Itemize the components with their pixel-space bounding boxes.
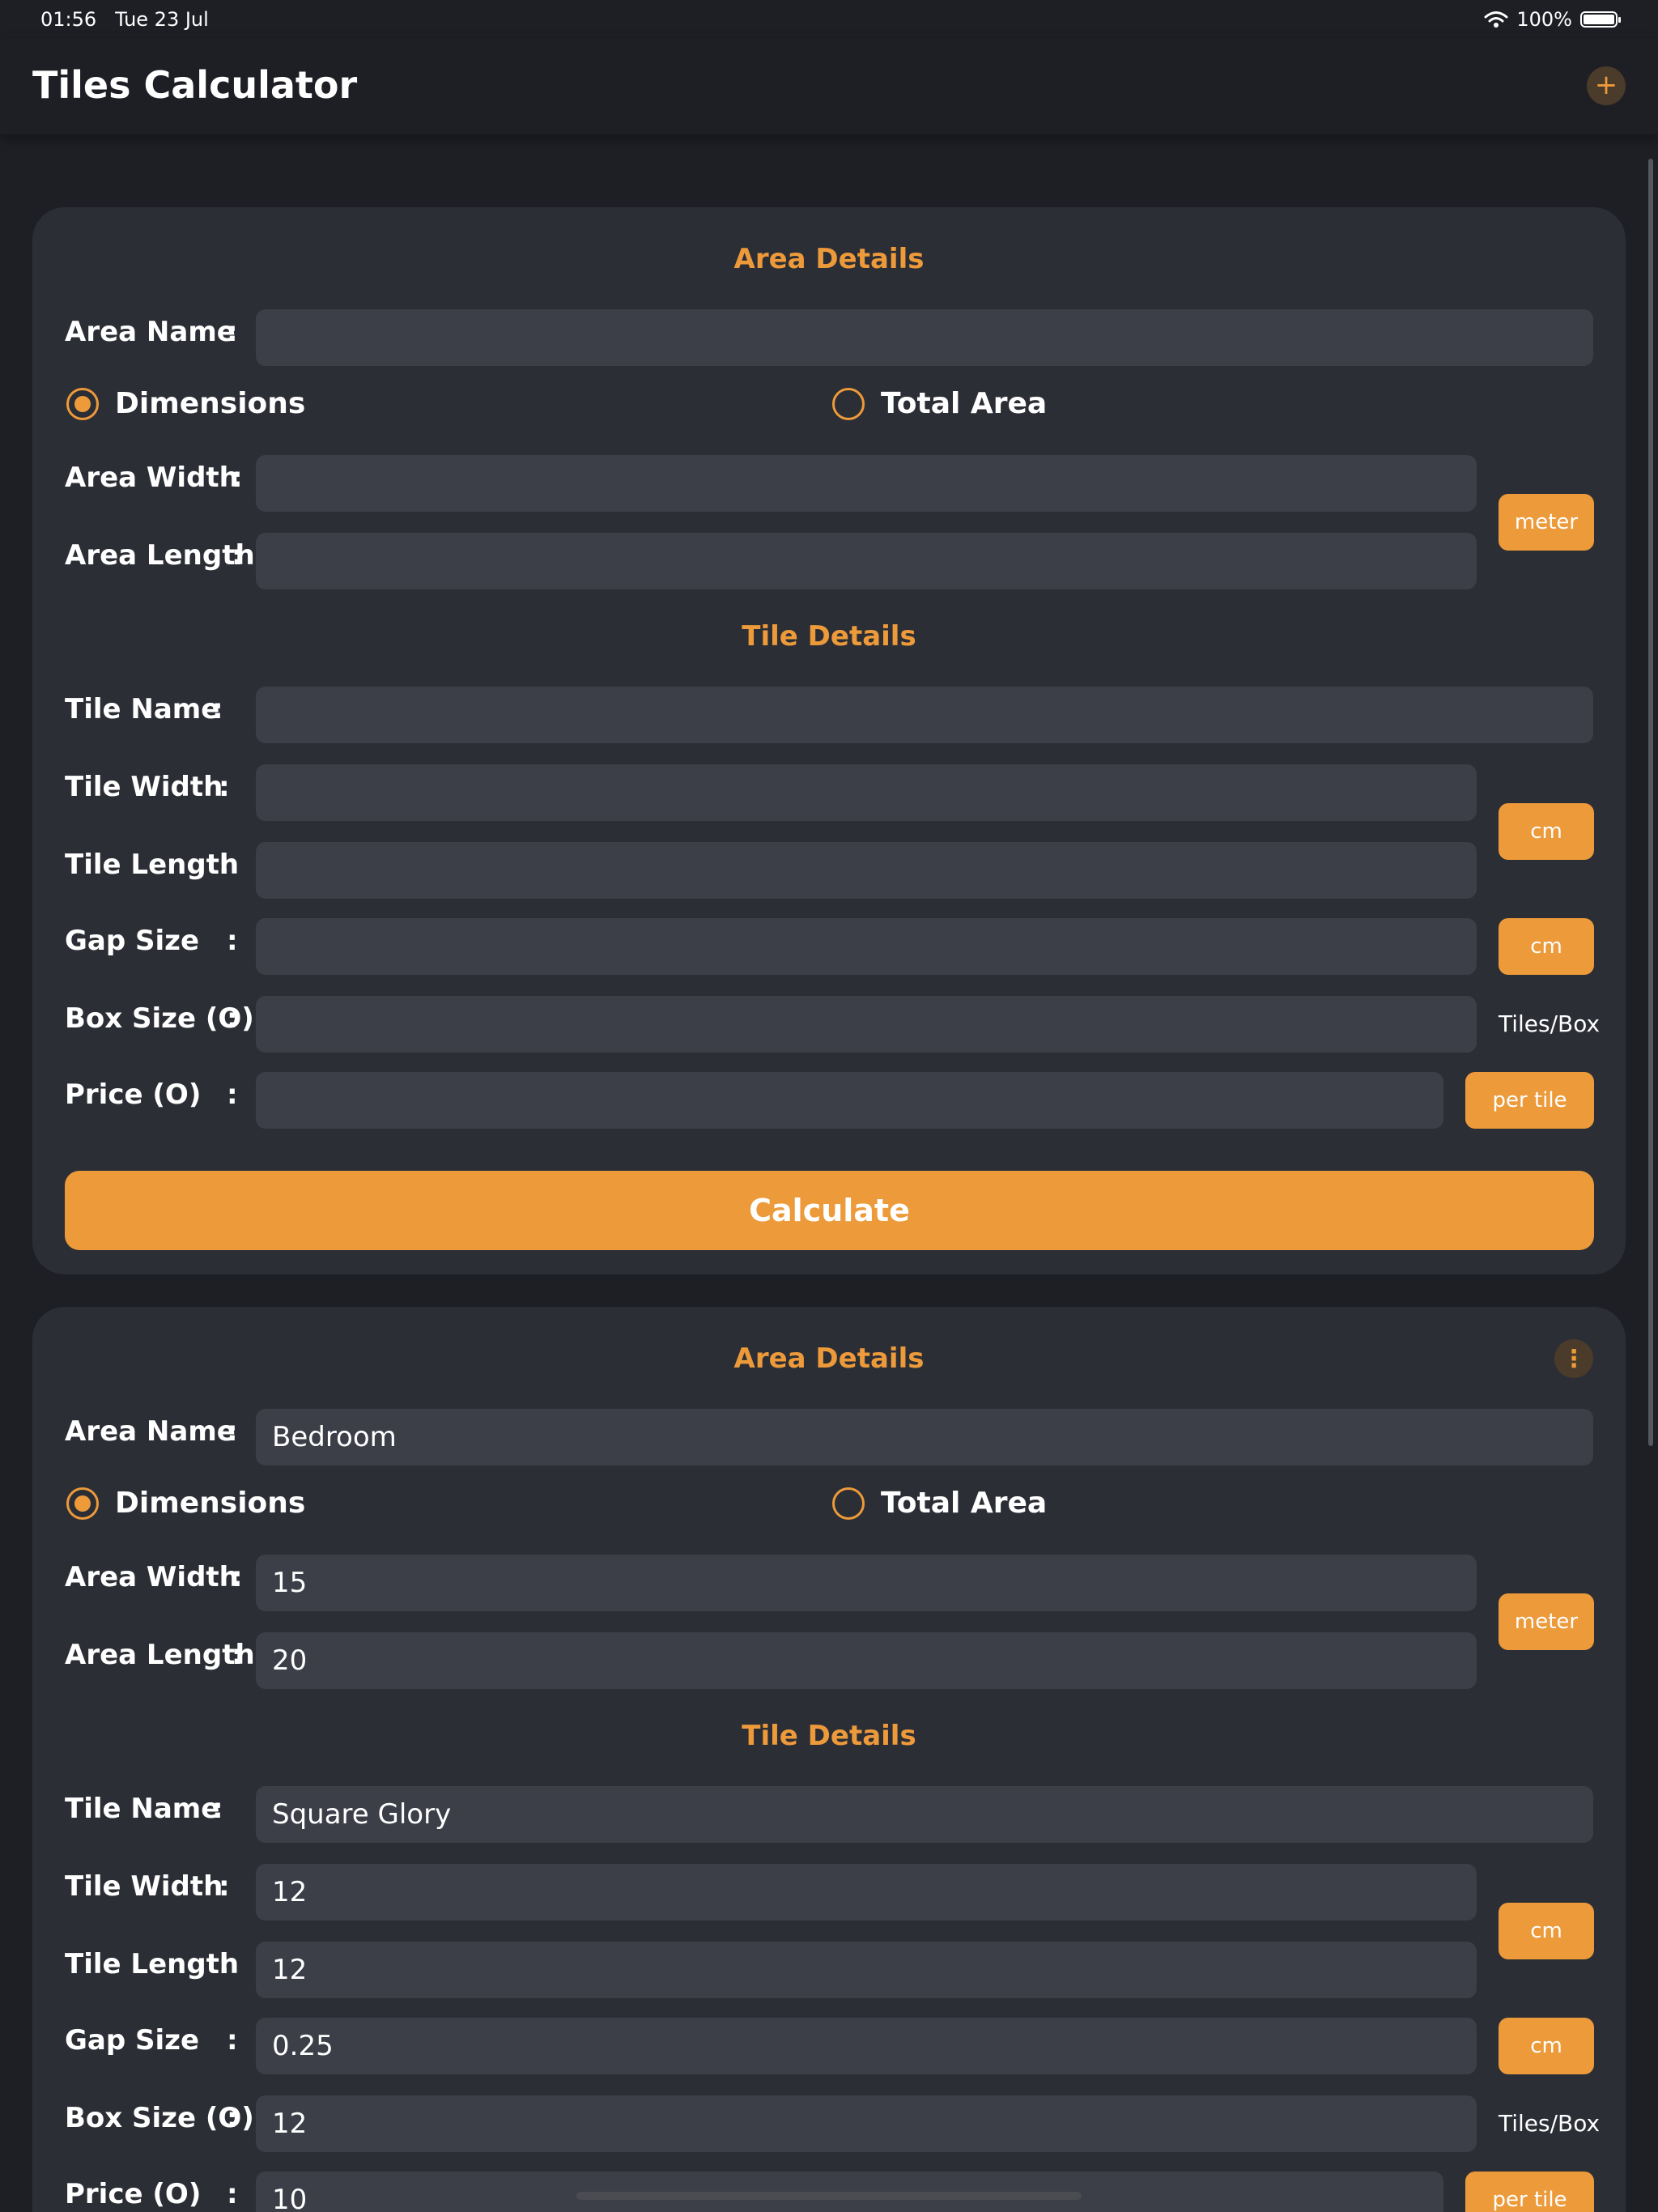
radio-total-area[interactable]: Total Area xyxy=(832,387,1047,420)
nav-bar: Tiles Calculator + xyxy=(0,39,1658,134)
tile-details-heading: Tile Details xyxy=(742,1720,916,1752)
radio-total-area[interactable]: Total Area xyxy=(832,1487,1047,1520)
status-right: 100% xyxy=(1484,8,1621,31)
tile-length-label: Tile Length xyxy=(65,849,240,881)
tile-length-label: Tile Length xyxy=(65,1948,240,1980)
tile-name-input[interactable] xyxy=(256,687,1593,743)
price-label: Price (O) xyxy=(65,2178,202,2210)
area-length-input[interactable] xyxy=(256,533,1477,589)
area-width-label: Area Width xyxy=(65,462,239,494)
battery-percent: 100% xyxy=(1516,8,1572,31)
box-size-label: Box Size (O) xyxy=(65,1002,254,1035)
area-length-input[interactable]: 20 xyxy=(256,1632,1477,1689)
area-width-input[interactable] xyxy=(256,455,1477,512)
radio-unselected-icon xyxy=(832,1487,865,1520)
area-name-label: Area Name xyxy=(65,316,236,348)
tile-details-heading: Tile Details xyxy=(742,620,916,653)
tile-width-input[interactable]: 12 xyxy=(256,1864,1477,1921)
area-card-saved: Area Details ⋮ Area Name : Bedroom Dimen… xyxy=(32,1307,1626,2212)
area-width-input[interactable]: 15 xyxy=(256,1555,1477,1611)
wifi-icon xyxy=(1484,11,1508,28)
tile-name-label: Tile Name xyxy=(65,1793,220,1825)
box-size-label: Box Size (O) xyxy=(65,2102,254,2134)
page-title: Tiles Calculator xyxy=(32,63,358,107)
radio-selected-icon xyxy=(66,1487,99,1520)
price-unit-button[interactable]: per tile xyxy=(1465,1072,1594,1129)
area-details-heading: Area Details xyxy=(733,1342,925,1375)
gap-unit-button[interactable]: cm xyxy=(1499,918,1594,975)
tile-length-input[interactable]: 12 xyxy=(256,1942,1477,1998)
box-unit-label: Tiles/Box xyxy=(1499,2110,1601,2137)
area-name-label: Area Name xyxy=(65,1415,236,1448)
gap-size-label: Gap Size xyxy=(65,2024,200,2057)
add-area-button[interactable]: + xyxy=(1587,66,1626,105)
tile-unit-button[interactable]: cm xyxy=(1499,803,1594,860)
scrollbar[interactable] xyxy=(1648,159,1653,1446)
radio-dimensions[interactable]: Dimensions xyxy=(66,387,305,420)
more-vertical-icon: ⋮ xyxy=(1562,1344,1586,1373)
box-unit-label: Tiles/Box xyxy=(1499,1010,1601,1037)
home-indicator[interactable] xyxy=(576,2192,1082,2200)
area-name-input[interactable] xyxy=(256,309,1593,366)
tile-length-input[interactable] xyxy=(256,842,1477,899)
tile-unit-button[interactable]: cm xyxy=(1499,1903,1594,1959)
price-label: Price (O) xyxy=(65,1078,202,1111)
status-bar: 01:56 Tue 23 Jul 100% xyxy=(0,0,1658,39)
tile-width-label: Tile Width xyxy=(65,771,223,803)
tile-width-label: Tile Width xyxy=(65,1870,223,1903)
area-length-label: Area Length xyxy=(65,539,255,572)
area-details-heading: Area Details xyxy=(733,243,925,275)
plus-icon: + xyxy=(1594,69,1618,101)
gap-size-input[interactable]: 0.25 xyxy=(256,2018,1477,2074)
radio-dimensions[interactable]: Dimensions xyxy=(66,1487,305,1520)
battery-icon xyxy=(1580,11,1621,28)
gap-size-label: Gap Size xyxy=(65,925,200,957)
more-options-button[interactable]: ⋮ xyxy=(1554,1339,1593,1378)
area-card-new: Area Details Area Name : Dimensions Tota… xyxy=(32,207,1626,1274)
tile-width-input[interactable] xyxy=(256,764,1477,821)
tile-name-input[interactable]: Square Glory xyxy=(256,1786,1593,1843)
area-unit-button[interactable]: meter xyxy=(1499,494,1594,551)
status-time: 01:56 Tue 23 Jul xyxy=(40,8,209,31)
price-unit-button[interactable]: per tile xyxy=(1465,2172,1594,2212)
radio-selected-icon xyxy=(66,387,99,420)
radio-unselected-icon xyxy=(832,387,865,420)
area-unit-button[interactable]: meter xyxy=(1499,1593,1594,1650)
box-size-input[interactable] xyxy=(256,996,1477,1053)
gap-unit-button[interactable]: cm xyxy=(1499,2018,1594,2074)
main-content: Area Details Area Name : Dimensions Tota… xyxy=(0,134,1658,2212)
price-input[interactable] xyxy=(256,1072,1443,1129)
tile-name-label: Tile Name xyxy=(65,693,220,725)
area-width-label: Area Width xyxy=(65,1561,239,1593)
area-length-label: Area Length xyxy=(65,1639,255,1671)
calculate-button[interactable]: Calculate xyxy=(65,1171,1594,1250)
gap-size-input[interactable] xyxy=(256,918,1477,975)
box-size-input[interactable]: 12 xyxy=(256,2095,1477,2152)
area-name-input[interactable]: Bedroom xyxy=(256,1409,1593,1465)
